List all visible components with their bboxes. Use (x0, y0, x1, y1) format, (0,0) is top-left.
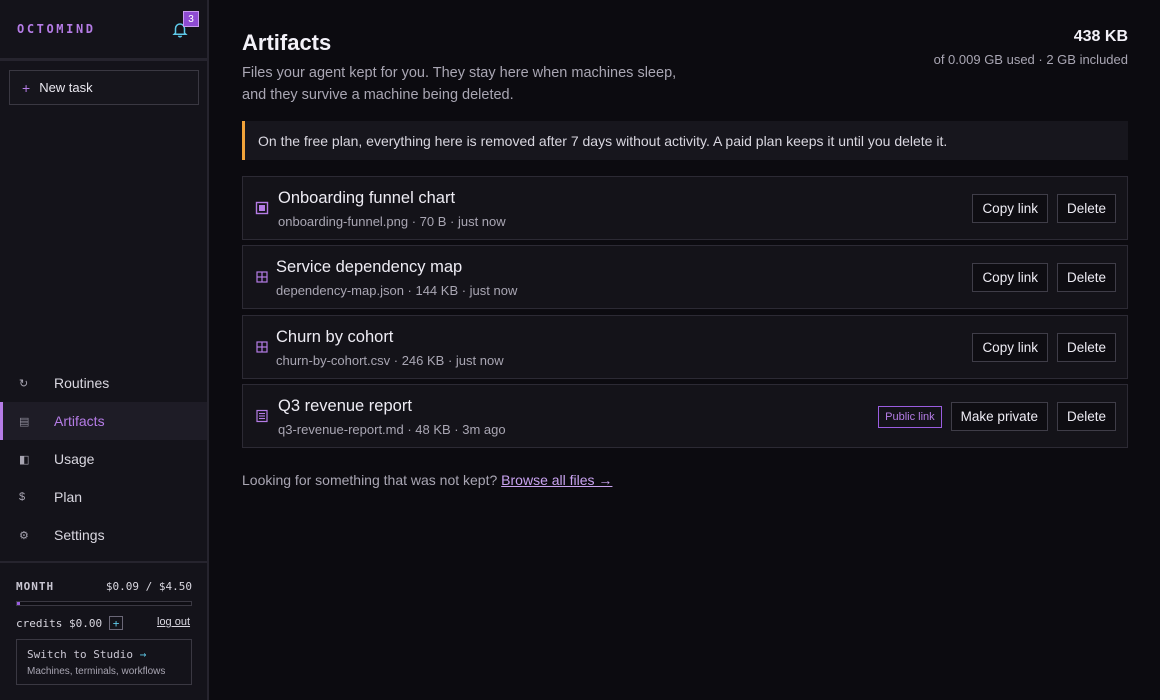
sidebar-item-artifacts[interactable]: ▤ Artifacts (0, 402, 207, 440)
refresh-icon: ↻ (19, 377, 29, 390)
free-plan-notice: On the free plan, everything here is rem… (242, 121, 1128, 160)
archive-icon: ▤ (19, 415, 30, 428)
studio-subtitle: Machines, terminals, workflows (27, 666, 166, 677)
gear-icon: ⚙ (19, 529, 29, 542)
delete-button[interactable]: Delete (1056, 402, 1116, 431)
studio-title-text: Switch to Studio (27, 648, 133, 661)
delete-button[interactable]: Delete (1056, 263, 1116, 292)
arrow-right-icon: → (139, 648, 147, 661)
switch-to-studio-button[interactable]: Switch to Studio → Machines, terminals, … (16, 639, 192, 685)
artifact-meta: q3-revenue-report.md · 48 KB · 3m ago (278, 422, 506, 437)
sidebar: OCTOMIND 3 + New task ↻ Routines ▤ Artif… (0, 0, 209, 700)
artifact-actions: Copy link Delete (972, 194, 1116, 223)
half-square-icon: ◧ (19, 453, 30, 466)
delete-button[interactable]: Delete (1056, 194, 1116, 223)
footer-note: Looking for something that was not kept?… (242, 472, 612, 488)
artifact-name[interactable]: Service dependency map (276, 258, 462, 277)
new-task-button[interactable]: + New task (9, 70, 199, 105)
month-value: $0.09 / $4.50 (105, 580, 192, 593)
month-usage-row: MONTH $0.09 / $4.50 (16, 580, 192, 593)
plus-icon: + (22, 79, 31, 96)
sidebar-nav: ↻ Routines ▤ Artifacts ◧ Usage $ Plan ⚙ … (0, 364, 207, 554)
footer-text: Looking for something that was not kept? (242, 472, 498, 488)
add-credits-button[interactable]: + (109, 616, 124, 630)
artifact-row[interactable]: Onboarding funnel chart onboarding-funne… (242, 176, 1128, 240)
artifact-name[interactable]: Q3 revenue report (278, 397, 412, 416)
artifact-actions: Copy link Delete (972, 333, 1116, 362)
credits-row: credits $0.00 + (16, 616, 124, 630)
image-icon (255, 201, 269, 215)
notification-badge: 3 (183, 11, 199, 27)
make-private-button[interactable]: Make private (950, 402, 1048, 431)
copy-link-button[interactable]: Copy link (972, 333, 1048, 362)
copy-link-button[interactable]: Copy link (972, 194, 1048, 223)
grid-icon (256, 341, 268, 353)
page-title: Artifacts (242, 30, 332, 55)
logout-link[interactable]: log out (157, 616, 190, 628)
delete-button[interactable]: Delete (1056, 333, 1116, 362)
sidebar-item-label: Plan (54, 489, 83, 505)
artifact-meta: onboarding-funnel.png · 70 B · just now (278, 214, 506, 229)
month-label: MONTH (16, 580, 55, 593)
storage-used-total: 438 KB (1073, 28, 1128, 45)
document-icon (256, 409, 268, 423)
sidebar-item-label: Settings (54, 527, 105, 543)
artifact-name[interactable]: Onboarding funnel chart (278, 189, 455, 208)
copy-link-button[interactable]: Copy link (972, 263, 1048, 292)
artifact-meta: dependency-map.json · 144 KB · just now (276, 283, 518, 298)
sidebar-divider (0, 58, 207, 61)
grid-icon (256, 271, 268, 283)
artifact-row[interactable]: Service dependency map dependency-map.js… (242, 245, 1128, 309)
public-link-badge: Public link (878, 405, 942, 428)
credits-value: credits $0.00 (16, 616, 103, 630)
notice-text: On the free plan, everything here is rem… (258, 132, 948, 149)
artifact-meta: churn-by-cohort.csv · 246 KB · just now (276, 353, 504, 368)
storage-used-detail: of 0.009 GB used · 2 GB included (933, 52, 1128, 67)
new-task-label: New task (39, 80, 93, 95)
artifact-row[interactable]: Churn by cohort churn-by-cohort.csv · 24… (242, 315, 1128, 379)
artifact-actions: Public link Make private Delete (878, 402, 1116, 431)
sidebar-item-label: Routines (54, 375, 110, 391)
browse-all-files-link[interactable]: Browse all files → (501, 472, 612, 488)
dollar-icon: $ (19, 491, 26, 503)
month-progress-fill (17, 602, 21, 605)
sidebar-item-settings[interactable]: ⚙ Settings (0, 516, 207, 554)
sidebar-item-usage[interactable]: ◧ Usage (0, 440, 207, 478)
month-progress-bar (16, 601, 192, 606)
sidebar-item-label: Artifacts (54, 413, 105, 429)
sidebar-item-routines[interactable]: ↻ Routines (0, 364, 207, 402)
sidebar-item-plan[interactable]: $ Plan (0, 478, 207, 516)
sidebar-divider (0, 561, 207, 563)
artifact-row[interactable]: Q3 revenue report q3-revenue-report.md ·… (242, 384, 1128, 448)
studio-title: Switch to Studio → (27, 648, 181, 661)
page-description: Files your agent kept for you. They stay… (242, 65, 677, 103)
artifact-name[interactable]: Churn by cohort (276, 328, 393, 347)
artifact-actions: Copy link Delete (972, 263, 1116, 292)
sidebar-item-label: Usage (54, 451, 95, 467)
brand-logo[interactable]: OCTOMIND (17, 22, 96, 36)
